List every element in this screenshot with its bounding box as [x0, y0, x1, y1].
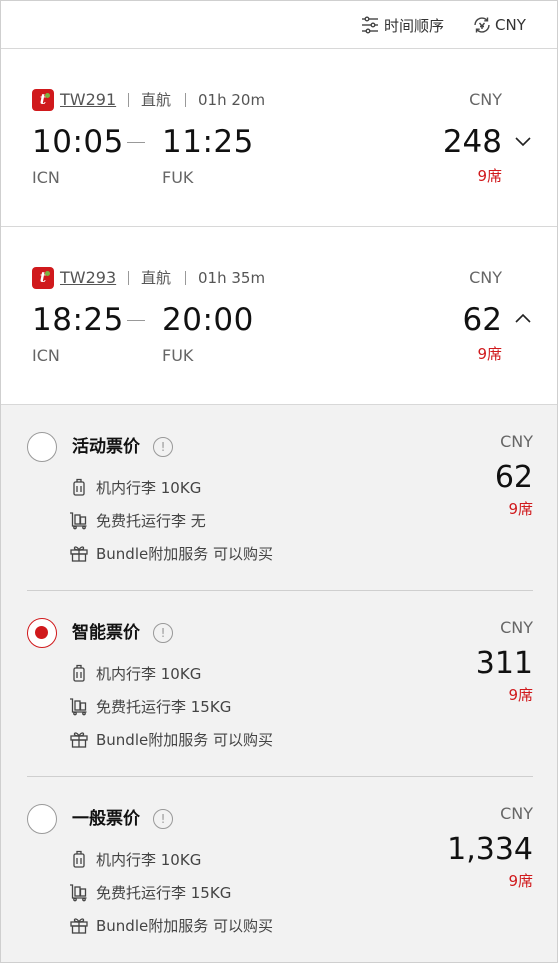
sliders-icon — [362, 16, 378, 34]
fare-seats: 9席 — [508, 500, 533, 518]
checked-baggage-row: 免费托运行李 15KG — [69, 881, 231, 903]
flight-type: 直航 — [141, 91, 172, 109]
luggage-icon — [73, 478, 85, 496]
seats-left: 9席 — [477, 167, 502, 185]
sort-button[interactable]: 时间顺序 — [361, 13, 444, 37]
departure-time: 18:25 — [32, 302, 124, 338]
divider — [185, 271, 186, 285]
fare-price: 62 — [494, 460, 533, 495]
bundle-text: Bundle附加服务 可以购买 — [96, 544, 273, 563]
gift-icon — [70, 732, 88, 748]
fare-price: 1,334 — [447, 832, 533, 867]
luggage-icon — [73, 850, 85, 868]
fare-currency: CNY — [500, 432, 533, 451]
carry-on-row: 机内行李 10KG — [69, 848, 201, 870]
price-currency: CNY — [469, 268, 502, 287]
arrival-time: 11:25 — [162, 124, 254, 160]
fare-currency: CNY — [500, 618, 533, 637]
carry-on-row: 机内行李 10KG — [69, 662, 201, 684]
info-icon[interactable]: ! — [153, 809, 173, 829]
flight-type: 直航 — [141, 269, 172, 287]
departure-airport: ICN — [32, 346, 60, 365]
fare-name: 一般票价 — [72, 809, 140, 829]
fare-seats: 9席 — [508, 686, 533, 704]
fare-options-panel: 活动票价 ! CNY 62 9席 机内行李 10KG 免费托运行李 无 Bund… — [1, 405, 557, 962]
departure-time: 10:05 — [32, 124, 124, 160]
arrival-airport: FUK — [162, 346, 194, 365]
checked-baggage-text: 免费托运行李 无 — [96, 511, 206, 530]
info-icon[interactable]: ! — [153, 437, 173, 457]
divider — [128, 93, 129, 107]
carry-on-text: 机内行李 10KG — [96, 478, 202, 497]
fare-radio[interactable] — [27, 804, 57, 834]
checked-baggage-row: 免费托运行李 无 — [69, 509, 206, 531]
fare-option[interactable]: 一般票价 ! CNY 1,334 9席 机内行李 10KG 免费托运行李 15K… — [27, 777, 533, 962]
chevron-down-icon[interactable] — [511, 129, 535, 153]
carry-on-row: 机内行李 10KG — [69, 476, 201, 498]
airline-logo-icon: t — [32, 89, 54, 111]
fare-name: 智能票价 — [72, 623, 140, 643]
price-amount: 248 — [442, 124, 502, 160]
fare-option[interactable]: 智能票价 ! CNY 311 9席 机内行李 10KG 免费托运行李 15KG … — [27, 591, 533, 777]
time-dash — [127, 320, 145, 321]
departure-airport: ICN — [32, 168, 60, 187]
fare-radio-selected[interactable] — [27, 618, 57, 648]
fare-price: 311 — [475, 646, 533, 681]
fare-name: 活动票价 — [72, 437, 140, 457]
flight-number-link[interactable]: TW291 — [60, 89, 116, 111]
gift-icon — [70, 918, 88, 934]
carry-on-text: 机内行李 10KG — [96, 664, 202, 683]
arrival-time: 20:00 — [162, 302, 254, 338]
bundle-row: Bundle附加服务 可以购买 — [69, 914, 273, 936]
divider — [185, 93, 186, 107]
arrival-airport: FUK — [162, 168, 194, 187]
price-currency: CNY — [469, 90, 502, 109]
fare-option[interactable]: 活动票价 ! CNY 62 9席 机内行李 10KG 免费托运行李 无 Bund… — [27, 405, 533, 591]
baggage-cart-icon — [70, 698, 87, 716]
divider — [128, 271, 129, 285]
fare-currency: CNY — [500, 804, 533, 823]
currency-button[interactable]: CNY — [472, 13, 526, 37]
fare-radio[interactable] — [27, 432, 57, 462]
luggage-icon — [73, 664, 85, 682]
bundle-row: Bundle附加服务 可以购买 — [69, 728, 273, 750]
seats-left: 9席 — [477, 345, 502, 363]
chevron-up-icon[interactable] — [511, 307, 535, 331]
bundle-text: Bundle附加服务 可以购买 — [96, 916, 273, 935]
baggage-cart-icon — [70, 512, 87, 530]
checked-baggage-row: 免费托运行李 15KG — [69, 695, 231, 717]
bundle-row: Bundle附加服务 可以购买 — [69, 542, 273, 564]
currency-label: CNY — [495, 16, 526, 34]
bundle-text: Bundle附加服务 可以购买 — [96, 730, 273, 749]
carry-on-text: 机内行李 10KG — [96, 850, 202, 869]
baggage-cart-icon — [70, 884, 87, 902]
checked-baggage-text: 免费托运行李 15KG — [96, 883, 232, 902]
airline-logo-icon: t — [32, 267, 54, 289]
flight-number-link[interactable]: TW293 — [60, 267, 116, 289]
checked-baggage-text: 免费托运行李 15KG — [96, 697, 232, 716]
flight-card[interactable]: t TW293 直航 01h 35m 18:25 20:00 ICN FUK C… — [1, 227, 557, 405]
info-icon[interactable]: ! — [153, 623, 173, 643]
price-amount: 62 — [462, 302, 502, 338]
fare-seats: 9席 — [508, 872, 533, 890]
flight-duration: 01h 35m — [198, 269, 266, 287]
gift-icon — [70, 546, 88, 562]
currency-exchange-icon — [474, 17, 490, 33]
sort-label: 时间顺序 — [384, 16, 445, 35]
time-dash — [127, 142, 145, 143]
flight-card[interactable]: t TW291 直航 01h 20m 10:05 11:25 ICN FUK C… — [1, 49, 557, 227]
flight-duration: 01h 20m — [198, 91, 266, 109]
toolbar: 时间顺序 CNY — [1, 1, 557, 49]
